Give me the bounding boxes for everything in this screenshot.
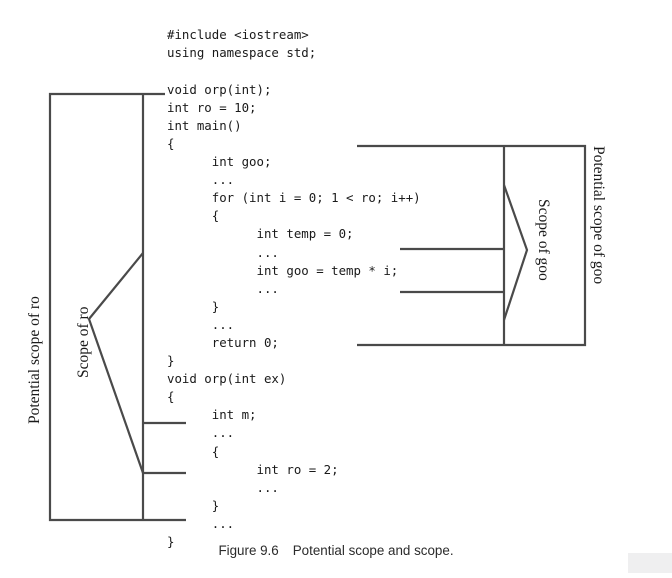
figure-number: Figure 9.6 xyxy=(218,543,279,558)
figure-container: #include <iostream> using namespace std;… xyxy=(0,0,672,578)
bracket-scope-ro-chevron xyxy=(87,252,145,474)
figure-caption-text: Potential scope and scope. xyxy=(292,543,454,558)
bracket-scope-goo-chevron xyxy=(502,184,529,321)
label-scope-of-goo: Scope of goo xyxy=(535,199,552,281)
figure-caption: Figure 9.6 Potential scope and scope. xyxy=(0,543,672,558)
source-code-listing: #include <iostream> using namespace std;… xyxy=(167,27,421,550)
bracket-potential-scope-ro xyxy=(48,92,186,522)
label-potential-scope-of-goo: Potential scope of goo xyxy=(590,146,607,285)
label-potential-scope-of-ro: Potential scope of ro xyxy=(26,296,43,424)
label-scope-of-ro: Scope of ro xyxy=(75,306,92,378)
